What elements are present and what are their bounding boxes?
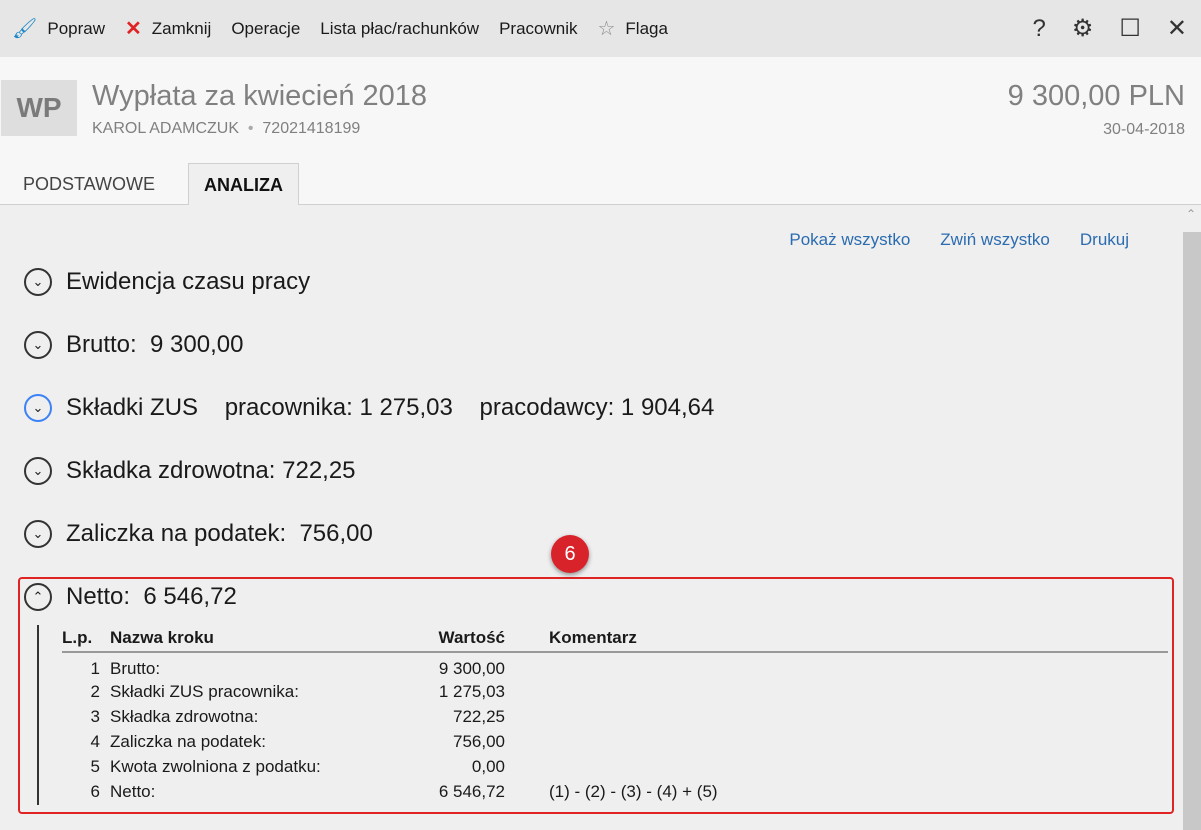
scroll-up-icon[interactable]: ⌃ bbox=[1186, 207, 1196, 221]
row-name: Składka zdrowotna: bbox=[110, 706, 259, 726]
col-lp: L.p. bbox=[62, 624, 110, 653]
table-row: 1 Brutto: 9 300,00 bbox=[62, 652, 1168, 679]
subtitle: KAROL ADAMCZUK • 72021418199 bbox=[92, 120, 360, 138]
toolbar: 🖌 Popraw ✕ Zamknij Operacje Lista płac/rac… bbox=[0, 0, 1201, 57]
row-lp: 3 bbox=[90, 706, 100, 726]
chevron-down-icon[interactable]: ⌄ bbox=[24, 394, 52, 422]
row-lp: 1 bbox=[90, 659, 100, 678]
flaga-label: Flaga bbox=[625, 18, 668, 38]
flaga-button[interactable]: ☆ Flaga bbox=[597, 16, 667, 41]
gear-icon[interactable]: ⚙ bbox=[1072, 14, 1094, 43]
row-value: 0,00 bbox=[471, 756, 505, 776]
section-zdrowotna[interactable]: ⌄ Składka zdrowotna: 722,25 bbox=[24, 457, 356, 485]
col-comment: Komentarz bbox=[505, 624, 1168, 653]
row-lp: 6 bbox=[90, 781, 100, 801]
page-title: Wypłata za kwiecień 2018 bbox=[92, 80, 428, 112]
popraw-label: Popraw bbox=[47, 18, 106, 38]
row-comment bbox=[505, 679, 1168, 704]
document-date: 30-04-2018 bbox=[1103, 121, 1185, 138]
lista-plac-menu[interactable]: Lista płac/rachunków bbox=[320, 19, 479, 39]
lista-plac-label: Lista płac/rachunków bbox=[320, 18, 480, 38]
operacje-label: Operacje bbox=[231, 18, 301, 38]
close-icon[interactable]: ✕ bbox=[1167, 14, 1187, 43]
show-all-link[interactable]: Pokaż wszystko bbox=[789, 230, 910, 250]
row-value: 1 275,03 bbox=[438, 681, 505, 701]
row-value: 9 300,00 bbox=[438, 659, 505, 678]
pracownik-label: Pracownik bbox=[499, 18, 578, 38]
section-title: Zaliczka na podatek: 756,00 bbox=[66, 520, 373, 547]
tab-analiza[interactable]: ANALIZA bbox=[188, 163, 299, 205]
print-link[interactable]: Drukuj bbox=[1080, 230, 1129, 250]
star-icon: ☆ bbox=[597, 18, 616, 40]
maximize-icon[interactable]: ☐ bbox=[1119, 14, 1141, 43]
section-title: Brutto: 9 300,00 bbox=[66, 331, 244, 358]
row-name: Zaliczka na podatek: bbox=[110, 731, 266, 751]
chevron-down-icon[interactable]: ⌄ bbox=[24, 331, 52, 359]
row-name: Brutto: bbox=[110, 659, 161, 678]
col-value: Wartość bbox=[340, 624, 505, 653]
table-row: 6 Netto: 6 546,72 (1) - (2) - (3) - (4) + (… bbox=[62, 779, 1168, 804]
section-ewidencja[interactable]: ⌄ Ewidencja czasu pracy bbox=[24, 268, 310, 296]
help-icon[interactable]: ? bbox=[1033, 15, 1046, 43]
row-lp: 4 bbox=[90, 731, 100, 751]
row-comment bbox=[505, 754, 1168, 779]
zamknij-label: Zamknij bbox=[151, 18, 212, 38]
tree-line bbox=[37, 625, 39, 805]
popraw-button[interactable]: 🖌 Popraw bbox=[12, 16, 105, 41]
close-x-icon: ✕ bbox=[125, 18, 142, 40]
row-lp: 2 bbox=[90, 681, 100, 701]
scrollbar-thumb[interactable] bbox=[1183, 232, 1201, 830]
row-value: 6 546,72 bbox=[438, 781, 505, 801]
brush-icon: 🖌 bbox=[12, 18, 38, 40]
avatar: WP bbox=[1, 80, 77, 136]
row-name: Netto: bbox=[110, 781, 156, 801]
chevron-down-icon[interactable]: ⌄ bbox=[24, 268, 52, 296]
table-row: 3 Składka zdrowotna: 722,25 bbox=[62, 704, 1168, 729]
pesel: 72021418199 bbox=[262, 120, 361, 137]
section-title: Składka zdrowotna: 722,25 bbox=[66, 457, 356, 484]
step-badge: 6 bbox=[551, 535, 589, 573]
row-comment bbox=[505, 704, 1168, 729]
row-comment: (1) - (2) - (3) - (4) + (5) bbox=[549, 781, 718, 801]
section-title: Ewidencja czasu pracy bbox=[66, 268, 311, 295]
section-title: Składki ZUS pracownika: 1 275,03 pracoda… bbox=[66, 394, 715, 421]
table-row: 4 Zaliczka na podatek: 756,00 bbox=[62, 729, 1168, 754]
tabs: PODSTAWOWE ANALIZA bbox=[0, 163, 1201, 205]
total-amount: 9 300,00 PLN bbox=[1007, 80, 1185, 112]
tab-podstawowe[interactable]: PODSTAWOWE bbox=[8, 163, 170, 205]
row-value: 756,00 bbox=[453, 731, 505, 751]
section-brutto[interactable]: ⌄ Brutto: 9 300,00 bbox=[24, 331, 243, 359]
table-row: 5 Kwota zwolniona z podatku: 0,00 bbox=[62, 754, 1168, 779]
row-value: 722,25 bbox=[453, 706, 505, 726]
row-name: Kwota zwolniona z podatku: bbox=[110, 756, 321, 776]
chevron-down-icon[interactable]: ⌄ bbox=[24, 520, 52, 548]
chevron-down-icon[interactable]: ⌄ bbox=[24, 457, 52, 485]
row-comment bbox=[505, 652, 1168, 679]
netto-table: L.p. Nazwa kroku Wartość Komentarz 1 Brut… bbox=[62, 624, 1168, 804]
zamknij-button[interactable]: ✕ Zamknij bbox=[125, 16, 211, 41]
section-zus[interactable]: ⌄ Składki ZUS pracownika: 1 275,03 pracod… bbox=[24, 394, 714, 422]
separator: • bbox=[247, 120, 254, 137]
collapse-all-link[interactable]: Zwiń wszystko bbox=[940, 230, 1050, 250]
col-name: Nazwa kroku bbox=[110, 624, 340, 653]
employee-name: KAROL ADAMCZUK bbox=[92, 120, 239, 137]
operacje-menu[interactable]: Operacje bbox=[231, 19, 300, 39]
pracownik-menu[interactable]: Pracownik bbox=[499, 19, 577, 39]
row-comment bbox=[505, 729, 1168, 754]
section-zaliczka[interactable]: ⌄ Zaliczka na podatek: 756,00 bbox=[24, 520, 373, 548]
row-name: Składki ZUS pracownika: bbox=[110, 681, 299, 701]
table-row: 2 Składki ZUS pracownika: 1 275,03 bbox=[62, 679, 1168, 704]
row-lp: 5 bbox=[90, 756, 100, 776]
